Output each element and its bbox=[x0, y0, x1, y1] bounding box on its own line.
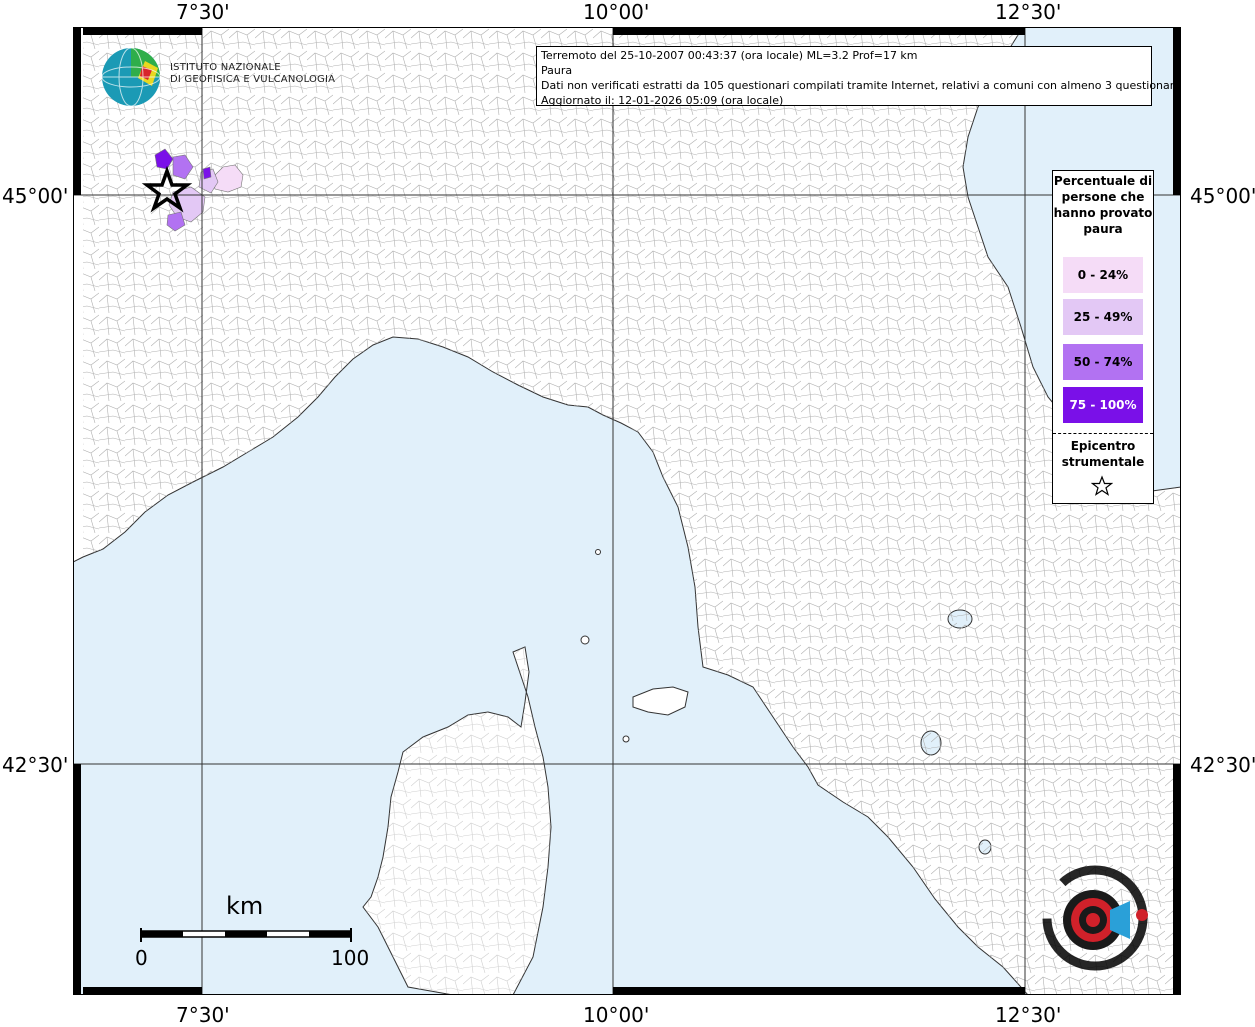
event-line: Terremoto del 25-10-2007 00:43:37 (ora l… bbox=[541, 49, 918, 62]
felt-area-75-100b bbox=[202, 166, 212, 180]
legend-item-75-100: 75 - 100% bbox=[1063, 387, 1143, 423]
lat-label-left-1: 45°00' bbox=[2, 184, 69, 208]
logo-line-1: ISTITUTO NAZIONALE bbox=[170, 62, 281, 73]
updated-line: Aggiornato il: 12-01-2026 05:09 (ora loc… bbox=[541, 94, 784, 107]
lon-label-bottom-3: 12°30' bbox=[995, 1003, 1062, 1027]
legend-title: Percentuale di persone che hanno provato… bbox=[1053, 174, 1153, 236]
legend-epicenter-label: Epicentro strumentale bbox=[1061, 439, 1145, 469]
capraia bbox=[580, 635, 590, 645]
legend-item-25-49: 25 - 49% bbox=[1063, 299, 1143, 335]
pianosa bbox=[622, 735, 630, 743]
hai-sentito-il-terremoto-logo-icon bbox=[1042, 865, 1148, 971]
ingv-logo-text: ISTITUTO NAZIONALE DI GEOFISICA E VULCAN… bbox=[170, 62, 335, 86]
parameter-line: Paura bbox=[541, 64, 573, 77]
gorgona bbox=[595, 549, 601, 555]
legend: Percentuale di persone che hanno provato… bbox=[1052, 170, 1154, 504]
scale-bar bbox=[140, 928, 352, 942]
legend-item-50-74: 50 - 74% bbox=[1063, 344, 1143, 380]
data-note-line: Dati non verificati estratti da 105 ques… bbox=[541, 79, 1181, 92]
ingv-logo-icon bbox=[101, 47, 161, 107]
star-icon bbox=[1091, 475, 1113, 496]
lon-label-top-1: 7°30' bbox=[176, 0, 230, 24]
lat-label-right-2: 42°30' bbox=[1190, 753, 1255, 777]
lon-label-bottom-2: 10°00' bbox=[583, 1003, 650, 1027]
lat-label-left-2: 42°30' bbox=[2, 753, 69, 777]
logo-line-2: DI GEOFISICA E VULCANOLOGIA bbox=[170, 74, 336, 85]
legend-item-0-24: 0 - 24% bbox=[1063, 257, 1143, 293]
event-info-box: Terremoto del 25-10-2007 00:43:37 (ora l… bbox=[536, 46, 1181, 107]
scale-max-label: 100 bbox=[331, 946, 370, 970]
lon-label-top-2: 10°00' bbox=[583, 0, 650, 24]
lat-label-right-1: 45°00' bbox=[1190, 184, 1255, 208]
scale-min-label: 0 bbox=[135, 946, 148, 970]
lon-label-top-3: 12°30' bbox=[995, 0, 1062, 24]
legend-separator bbox=[1053, 433, 1153, 434]
map bbox=[73, 27, 1181, 995]
lon-label-bottom-1: 7°30' bbox=[176, 1003, 230, 1027]
scale-title: km bbox=[226, 892, 264, 920]
